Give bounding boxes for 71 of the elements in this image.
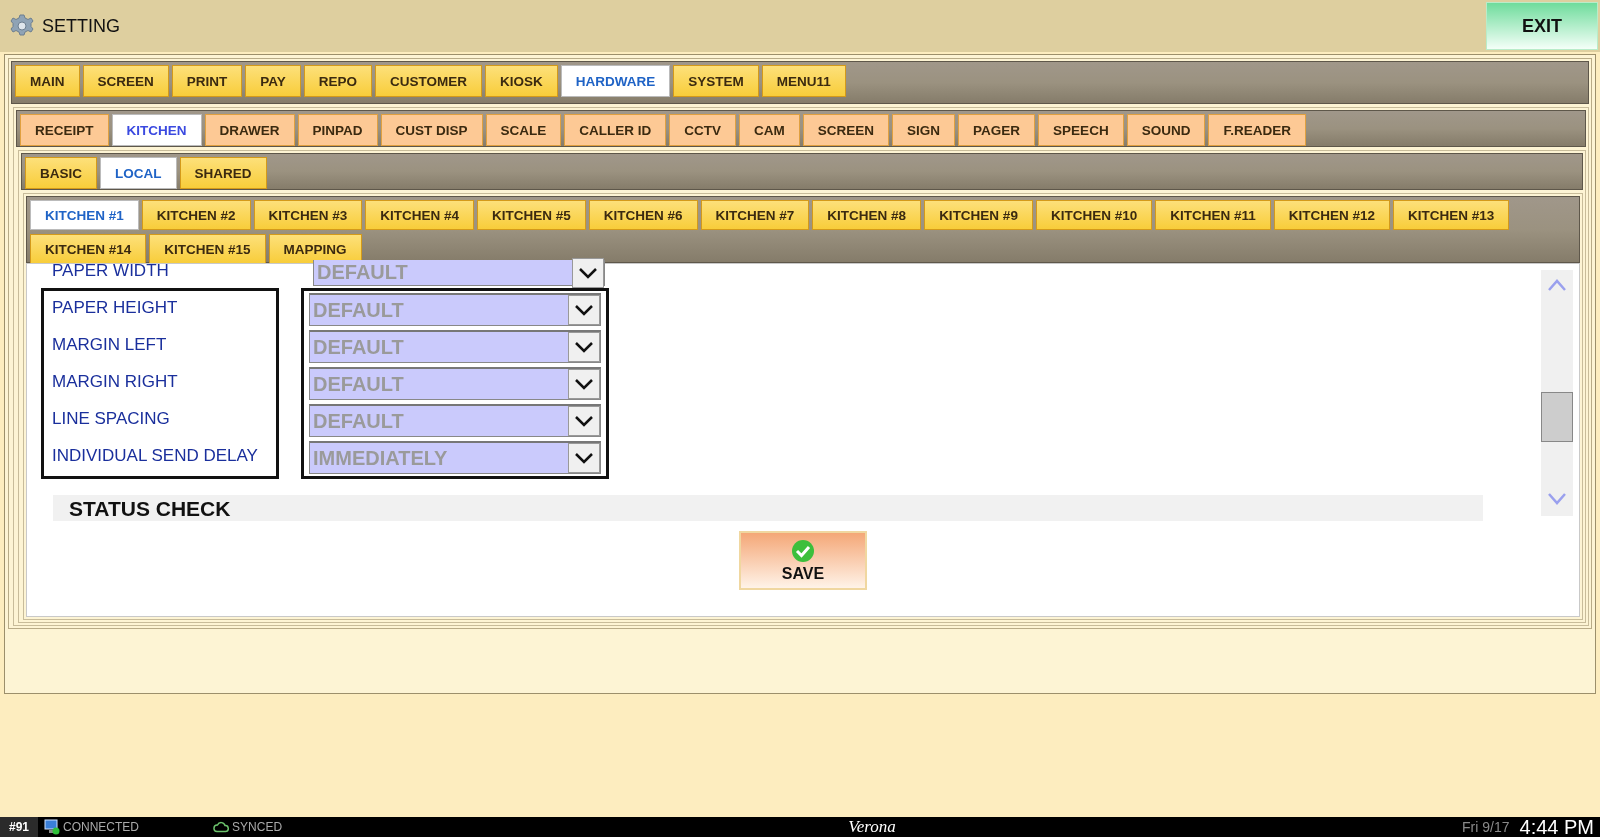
tab[interactable]: PAGER [958,114,1036,146]
tab[interactable]: CUST DISP [380,114,483,146]
tab[interactable]: DRAWER [204,114,295,146]
chevron-down-icon[interactable] [568,406,600,436]
tab[interactable]: SHARED [179,157,267,189]
section-heading: STATUS CHECK [53,495,1483,521]
scroll-thumb[interactable] [1541,392,1573,442]
tab[interactable]: HARDWARE [560,65,671,97]
tab[interactable]: KITCHEN #13 [1393,200,1510,230]
tab[interactable]: REPO [303,65,373,97]
chevron-down-icon[interactable] [568,369,600,399]
tab[interactable]: SIGN [892,114,956,146]
tab[interactable]: KITCHEN #1 [30,200,139,230]
station-number: #91 [0,817,39,837]
tab[interactable]: KITCHEN #5 [477,200,586,230]
sync-status: SYNCED [232,820,283,834]
tab[interactable]: KITCHEN #3 [253,200,363,230]
tab[interactable]: KITCHEN #7 [700,200,810,230]
setting-label: MARGIN RIGHT [52,371,179,393]
tab[interactable]: BASIC [25,157,97,189]
chevron-down-icon[interactable] [568,295,600,325]
setting-label: INDIVIDUAL SEND DELAY [52,445,259,467]
tab[interactable]: PAY [245,65,301,97]
window-title: SETTING [42,15,120,37]
tab[interactable]: KITCHEN #11 [1155,200,1271,230]
tab[interactable]: KITCHEN #15 [149,234,266,264]
tab[interactable]: PINPAD [297,114,378,146]
setting-label: LINE SPACING [52,408,171,430]
setting-label: PAPER HEIGHT [52,297,179,319]
tab[interactable]: SCREEN [82,65,169,97]
scrollbar[interactable] [1541,270,1573,516]
exit-button[interactable]: EXIT [1486,2,1598,50]
tab[interactable]: PRINT [171,65,243,97]
tab[interactable]: KITCHEN #10 [1035,200,1153,230]
chevron-down-icon[interactable] [568,443,600,473]
tab[interactable]: MAIN [15,65,80,97]
tab[interactable]: KITCHEN #9 [924,200,1033,230]
tab[interactable]: KITCHEN #14 [30,234,147,264]
tab[interactable]: SCALE [485,114,562,146]
tab[interactable]: KITCHEN [111,114,202,146]
gear-icon [10,14,34,38]
tab[interactable]: CALLER ID [564,114,667,146]
save-button[interactable]: SAVE [739,531,867,590]
tab[interactable]: KITCHEN #8 [812,200,922,230]
tab[interactable]: SOUND [1126,114,1206,146]
tab[interactable]: KITCHEN #2 [141,200,251,230]
tab[interactable]: KIOSK [485,65,558,97]
tab[interactable]: SYSTEM [673,65,759,97]
checkmark-icon [791,538,815,563]
tab[interactable]: RECEIPT [20,114,109,146]
clock-time: 4:44 PM [1519,815,1594,837]
connection-status: CONNECTED [63,820,140,834]
chevron-down-icon[interactable] [572,257,604,288]
store-name: Verona [847,817,897,837]
tab[interactable]: KITCHEN #6 [588,200,698,230]
tab[interactable]: CCTV [669,114,737,146]
tab[interactable]: SCREEN [802,114,890,146]
date: Fri 9/17 [1462,819,1510,835]
tab[interactable]: KITCHEN #12 [1273,200,1390,230]
monitor-icon [44,819,61,835]
tab[interactable]: CUSTOMER [375,65,483,97]
tab[interactable]: MAPPING [268,234,362,264]
chevron-down-icon[interactable] [568,332,600,362]
cloud-icon [213,821,230,833]
tab[interactable]: KITCHEN #4 [365,200,475,230]
tab[interactable]: MENU11 [761,65,846,97]
tab[interactable]: SPEECH [1038,114,1124,146]
setting-label: MARGIN LEFT [52,334,168,356]
tab[interactable]: F.READER [1208,114,1306,146]
tab[interactable]: LOCAL [100,157,177,189]
tab[interactable]: CAM [739,114,800,146]
